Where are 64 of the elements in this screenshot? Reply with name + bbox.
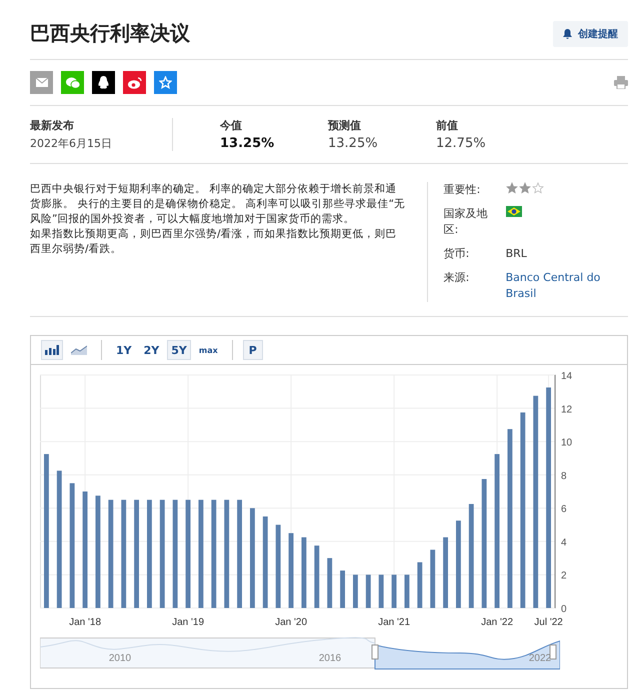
source-link[interactable]: Banco Central do Brasil xyxy=(506,270,628,302)
stat-value: 12.75% xyxy=(436,136,487,151)
bar xyxy=(302,537,306,608)
chart-type-button[interactable] xyxy=(41,340,63,360)
stat-label: 今值 xyxy=(220,118,243,133)
axis-label: 6 xyxy=(561,504,567,516)
axis-label: 0 xyxy=(561,604,567,615)
area-chart-icon xyxy=(71,345,87,355)
bar xyxy=(430,550,436,608)
release-date: 2022年6月15日 xyxy=(30,136,113,151)
star-icon xyxy=(159,76,172,89)
stat-label: 前值 xyxy=(436,118,459,133)
bar xyxy=(340,570,345,608)
axis-label: Jul '22 xyxy=(534,617,563,628)
bell-icon xyxy=(563,28,572,38)
p-button[interactable]: P xyxy=(242,340,263,360)
detail-label: 国家及地区: xyxy=(444,206,489,238)
bar xyxy=(378,574,384,608)
penguin-icon xyxy=(98,76,109,89)
stat-value: 13.25% xyxy=(220,136,276,151)
navigator-label: 2016 xyxy=(318,653,342,664)
bar xyxy=(366,574,371,608)
navigator-label: 2022 xyxy=(528,653,552,664)
axis-label: 14 xyxy=(561,371,572,382)
bar-chart-icon xyxy=(45,345,59,355)
description-text: 如果指数比预期更高，则巴西里尔强势/看涨，而如果指数比预期更低，则巴西里尔弱势/看跌。 xyxy=(30,227,398,257)
bar xyxy=(404,574,410,608)
detail-label: 重要性: xyxy=(444,182,482,198)
axis-label: Jan '19 xyxy=(172,617,204,628)
bar xyxy=(353,574,358,608)
axis-label: 2 xyxy=(561,570,567,582)
range-button[interactable]: 1Y xyxy=(112,340,136,360)
axis-label: 12 xyxy=(561,404,572,416)
bar xyxy=(443,537,448,608)
axis-label: 4 xyxy=(561,537,567,548)
axis-label: Jan '21 xyxy=(378,617,410,628)
printer-icon[interactable] xyxy=(614,76,628,89)
bar xyxy=(314,546,320,608)
envelope-icon xyxy=(36,78,48,87)
detail-label: 来源: xyxy=(444,270,470,286)
axis-label: 8 xyxy=(561,470,567,482)
stat-value: 13.25% xyxy=(328,136,379,151)
axis-label: Jan '22 xyxy=(481,617,514,628)
range-button[interactable]: max xyxy=(194,340,222,360)
create-alert-button[interactable]: 创建提醒 xyxy=(553,20,628,46)
bar xyxy=(417,562,422,608)
flag-icon xyxy=(506,206,522,217)
axis-label: Jan '18 xyxy=(69,617,102,628)
page-title: 巴西央行利率决议 xyxy=(30,20,190,47)
axis-label: 10 xyxy=(561,438,572,449)
bar xyxy=(392,574,396,608)
stat-label: 预测值 xyxy=(328,118,362,133)
navigator-label: 2010 xyxy=(108,653,132,664)
range-button[interactable]: 5Y xyxy=(167,340,191,360)
weibo-icon xyxy=(128,76,142,88)
detail-value: BRL xyxy=(506,246,528,262)
range-button[interactable]: 2Y xyxy=(140,340,164,360)
detail-label: 货币: xyxy=(444,246,470,262)
description-text: 巴西中央银行对于短期利率的确定。 利率的确定大部分依赖于增长前景和通货膨胀。 央行的主要目的是确保物价稳定。 高利率可以吸引那些寻求最佳“无风险”回报的国外投资者，可以大幅度地增加对于国家货币的需求。 xyxy=(30,182,406,227)
bar xyxy=(327,558,332,608)
share-button[interactable] xyxy=(92,71,115,94)
axis-label: Jan '20 xyxy=(275,617,308,628)
stat-label: 最新发布 xyxy=(30,118,75,133)
chat-bubbles-icon xyxy=(66,76,80,88)
